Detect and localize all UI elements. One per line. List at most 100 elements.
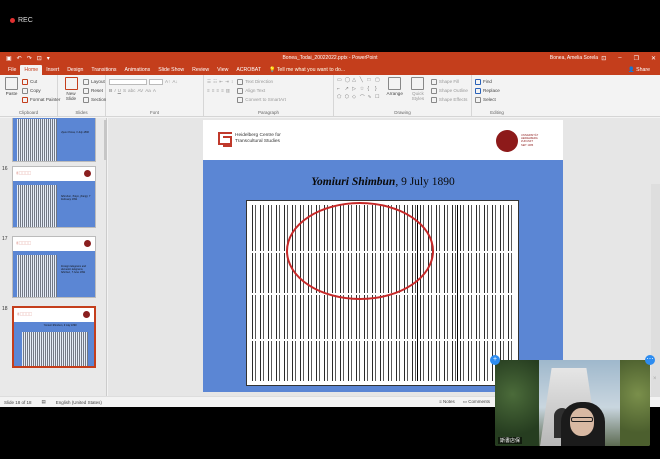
- tab-slide-show[interactable]: Slide Show: [154, 65, 188, 75]
- language-indicator[interactable]: English (United States): [56, 400, 102, 405]
- strikethrough-icon[interactable]: abc: [128, 88, 135, 93]
- tab-file[interactable]: File: [4, 65, 20, 75]
- tab-acrobat[interactable]: ACROBAT: [232, 65, 265, 75]
- select-button[interactable]: Select: [475, 95, 519, 104]
- tab-transitions[interactable]: Transitions: [87, 65, 120, 75]
- slides-group: New Slide Layout Reset Section Slides: [58, 75, 106, 116]
- layout-button[interactable]: Layout: [83, 77, 106, 86]
- video-tile[interactable]: 斯書店保: [495, 360, 650, 446]
- grow-font-icon[interactable]: A↑: [165, 79, 170, 84]
- record-dot-icon: [10, 18, 15, 23]
- participant-name: 斯書店保: [498, 437, 523, 444]
- video-close-icon[interactable]: ×: [653, 376, 658, 382]
- shape-outline-label: Shape Outline: [438, 88, 468, 93]
- share-label: Share: [636, 67, 650, 73]
- cut-button[interactable]: Cut: [22, 77, 60, 86]
- shadow-icon[interactable]: S: [123, 88, 126, 93]
- format-painter-button[interactable]: Format Painter: [22, 95, 60, 104]
- find-button[interactable]: Find: [475, 77, 519, 86]
- thumb-caption: Jiyuu Chosa, 3 July 1890: [61, 131, 89, 134]
- new-slide-button[interactable]: New Slide: [61, 77, 81, 108]
- spellcheck-icon[interactable]: ▤: [42, 399, 46, 405]
- paste-button[interactable]: Paste: [3, 77, 20, 108]
- powerpoint-window: ▣ ↶ ↷ ⊡ ▾ Bonea_Todai_20022022.pptx - Po…: [0, 52, 660, 407]
- share-button[interactable]: 👤 Share: [624, 65, 654, 75]
- slide-thumbnail-17[interactable]: Ⓒ▢▢▢▢ Foreign telegrams and domestic tel…: [12, 236, 96, 298]
- thumb-number: 18: [2, 306, 8, 312]
- comments-button[interactable]: ▭ Comments: [463, 399, 490, 405]
- new-slide-icon: [64, 77, 78, 90]
- shrink-font-icon[interactable]: A↓: [172, 79, 177, 84]
- org-line2: Transcultural Studies: [235, 138, 280, 144]
- shape-outline-button[interactable]: Shape Outline: [430, 86, 468, 95]
- font-name-box[interactable]: [109, 78, 147, 85]
- numbering-icon[interactable]: ☷: [213, 79, 217, 85]
- align-center-icon[interactable]: ≡: [212, 88, 215, 93]
- slide-counter: Slide 18 of 18: [4, 399, 32, 405]
- italic-icon[interactable]: I: [114, 88, 115, 93]
- tab-animations[interactable]: Animations: [121, 65, 155, 75]
- thumbnails-scrollbar[interactable]: [104, 120, 107, 160]
- tab-insert[interactable]: Insert: [42, 65, 63, 75]
- case-icon[interactable]: Aa: [145, 88, 151, 93]
- cut-label: Cut: [30, 79, 38, 84]
- newspaper-rule: [250, 339, 515, 341]
- notes-button[interactable]: ≡ Notes: [439, 399, 455, 405]
- align-right-icon[interactable]: ≡: [216, 88, 219, 93]
- shape-effects-button[interactable]: Shape Effects: [430, 95, 468, 104]
- justify-icon[interactable]: ≡: [221, 88, 224, 93]
- ribbon-display-icon[interactable]: ⊡: [601, 55, 606, 62]
- convert-smartart-button[interactable]: Convert to SmartArt: [237, 95, 286, 104]
- paste-label: Paste: [5, 91, 18, 96]
- comments-label: Comments: [468, 399, 490, 404]
- user-name[interactable]: Bonea, Amelia Sorela: [550, 55, 598, 61]
- thumb-caption: Foreign telegrams and domestic telegrams…: [61, 265, 87, 274]
- brush-icon: [22, 96, 28, 103]
- notes-label: Notes: [442, 399, 455, 404]
- drawing-group: ▭ ◯ △ ╲ □ ▢ ⌐ ↗ ▷ ☆{} ⬠ ⬡ ◇ ⌒ ∿ ☐ Arrange Quick Style…: [334, 75, 472, 116]
- underline-icon[interactable]: U: [118, 88, 121, 93]
- video-more-icon[interactable]: ⋯: [645, 355, 655, 365]
- current-slide: Heidelberg Centre for Transcultural Stud…: [203, 120, 563, 392]
- font-format-row: B I U Sabc AV Aa A: [109, 86, 200, 95]
- bullets-icon[interactable]: ☰: [207, 79, 211, 85]
- tab-design[interactable]: Design: [63, 65, 87, 75]
- tab-home[interactable]: Home: [20, 65, 43, 75]
- spacing-icon[interactable]: AV: [137, 88, 143, 93]
- thumb-logo: Ⓒ▢▢▢▢: [16, 241, 32, 245]
- text-direction-button[interactable]: Text Direction: [237, 77, 286, 86]
- align-left-icon[interactable]: ≡: [207, 88, 210, 93]
- arrange-button[interactable]: Arrange: [385, 77, 405, 108]
- section-button[interactable]: Section: [83, 95, 106, 104]
- line-spacing-icon[interactable]: ↕: [231, 79, 233, 84]
- section-label: Section: [91, 97, 107, 102]
- restore-icon[interactable]: ❐: [634, 55, 639, 62]
- close-icon[interactable]: ✕: [651, 55, 656, 62]
- increase-indent-icon[interactable]: ⇥: [225, 79, 229, 85]
- bold-icon[interactable]: B: [109, 88, 112, 93]
- decrease-indent-icon[interactable]: ⇤: [219, 79, 223, 85]
- columns-icon[interactable]: ▥: [226, 88, 230, 94]
- right-pane-strip: [651, 184, 660, 407]
- minimize-icon[interactable]: –: [618, 55, 621, 62]
- tell-me-search[interactable]: 💡 Tell me what you want to do...: [265, 65, 349, 75]
- section-icon: [83, 96, 89, 103]
- video-add-icon[interactable]: +: [490, 355, 500, 365]
- slide-thumbnail-15[interactable]: Jiyuu Chosa, 3 July 1890: [12, 118, 96, 162]
- copy-button[interactable]: Copy: [22, 86, 60, 95]
- format-painter-label: Format Painter: [30, 97, 61, 102]
- shape-fill-button[interactable]: Shape Fill: [430, 77, 468, 86]
- slide-title[interactable]: Yomiuri Shimbun, 9 July 1890: [203, 176, 563, 188]
- tab-view[interactable]: View: [213, 65, 232, 75]
- align-text-button[interactable]: Align Text: [237, 86, 286, 95]
- quick-styles-button[interactable]: Quick Styles: [408, 77, 428, 108]
- slide-thumbnail-18[interactable]: Ⓒ▢▢▢▢ Yomiuri Shimbun, 9 July 1890: [12, 306, 96, 368]
- font-size-box[interactable]: [149, 78, 163, 85]
- reset-button[interactable]: Reset: [83, 86, 106, 95]
- replace-button[interactable]: Replace: [475, 86, 519, 95]
- tab-review[interactable]: Review: [188, 65, 213, 75]
- slide-thumbnail-16[interactable]: Ⓒ▢▢▢▢ Shimbun, Tokyo, (Kanji), 7 Februar…: [12, 166, 96, 228]
- red-annotation-oval[interactable]: [286, 202, 434, 300]
- shapes-gallery[interactable]: ▭ ◯ △ ╲ □ ▢ ⌐ ↗ ▷ ☆{} ⬠ ⬡ ◇ ⌒ ∿ ☐: [337, 77, 382, 103]
- font-color-icon[interactable]: A: [153, 88, 156, 93]
